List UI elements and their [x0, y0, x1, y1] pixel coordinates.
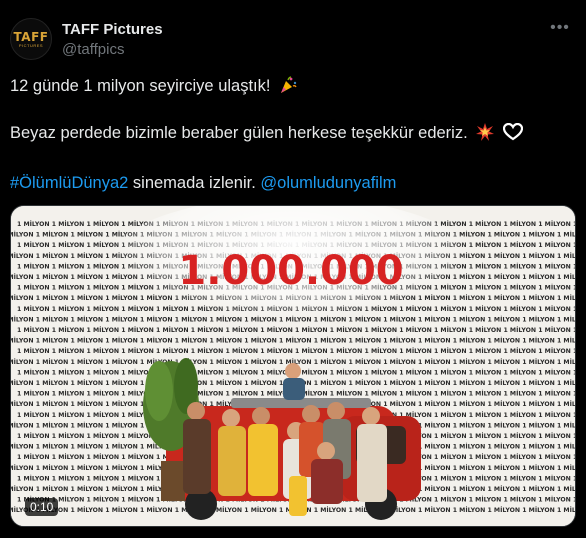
media-video[interactable]: 1 MİLYON 1 MİLYON 1 MİLYON 1 MİLYON 1 Mİ… [10, 205, 576, 527]
author-handle[interactable]: @taffpics [62, 41, 124, 58]
more-icon[interactable]: ••• [548, 18, 572, 38]
hashtag-link[interactable]: #ÖlümlüDünya2 [10, 174, 128, 192]
video-duration-badge: 0:10 [25, 498, 59, 516]
party-popper-icon [279, 76, 297, 99]
avatar-logo: TAFF [13, 29, 49, 44]
tweet-text-line-1: 12 günde 1 milyon seyirciye ulaştık! [10, 76, 297, 99]
avatar[interactable]: TAFF PICTURES [10, 18, 52, 60]
tweet-sentence-2: Beyaz perdede bizimle beraber gülen herk… [10, 124, 468, 142]
headline-number: 1.000.000 [178, 248, 403, 294]
tweet-sentence-1: 12 günde 1 milyon seyirciye ulaştık! [10, 77, 271, 95]
video-poster: 1 MİLYON 1 MİLYON 1 MİLYON 1 MİLYON 1 Mİ… [11, 206, 575, 526]
tweet-sentence-3: sinemada izlenir. [128, 174, 261, 192]
avatar-logo-sub: PICTURES [18, 42, 44, 48]
heart-hands-icon [502, 122, 523, 146]
tweet-text-line-3: #ÖlümlüDünya2 sinemada izlenir. @olumlud… [10, 174, 396, 193]
author-name[interactable]: TAFF Pictures [62, 21, 163, 38]
mention-link[interactable]: @olumludunyafilm [260, 174, 396, 192]
tweet-text-line-2: Beyaz perdede bizimle beraber gülen herk… [10, 122, 523, 146]
collision-sparkle-icon [476, 123, 495, 146]
